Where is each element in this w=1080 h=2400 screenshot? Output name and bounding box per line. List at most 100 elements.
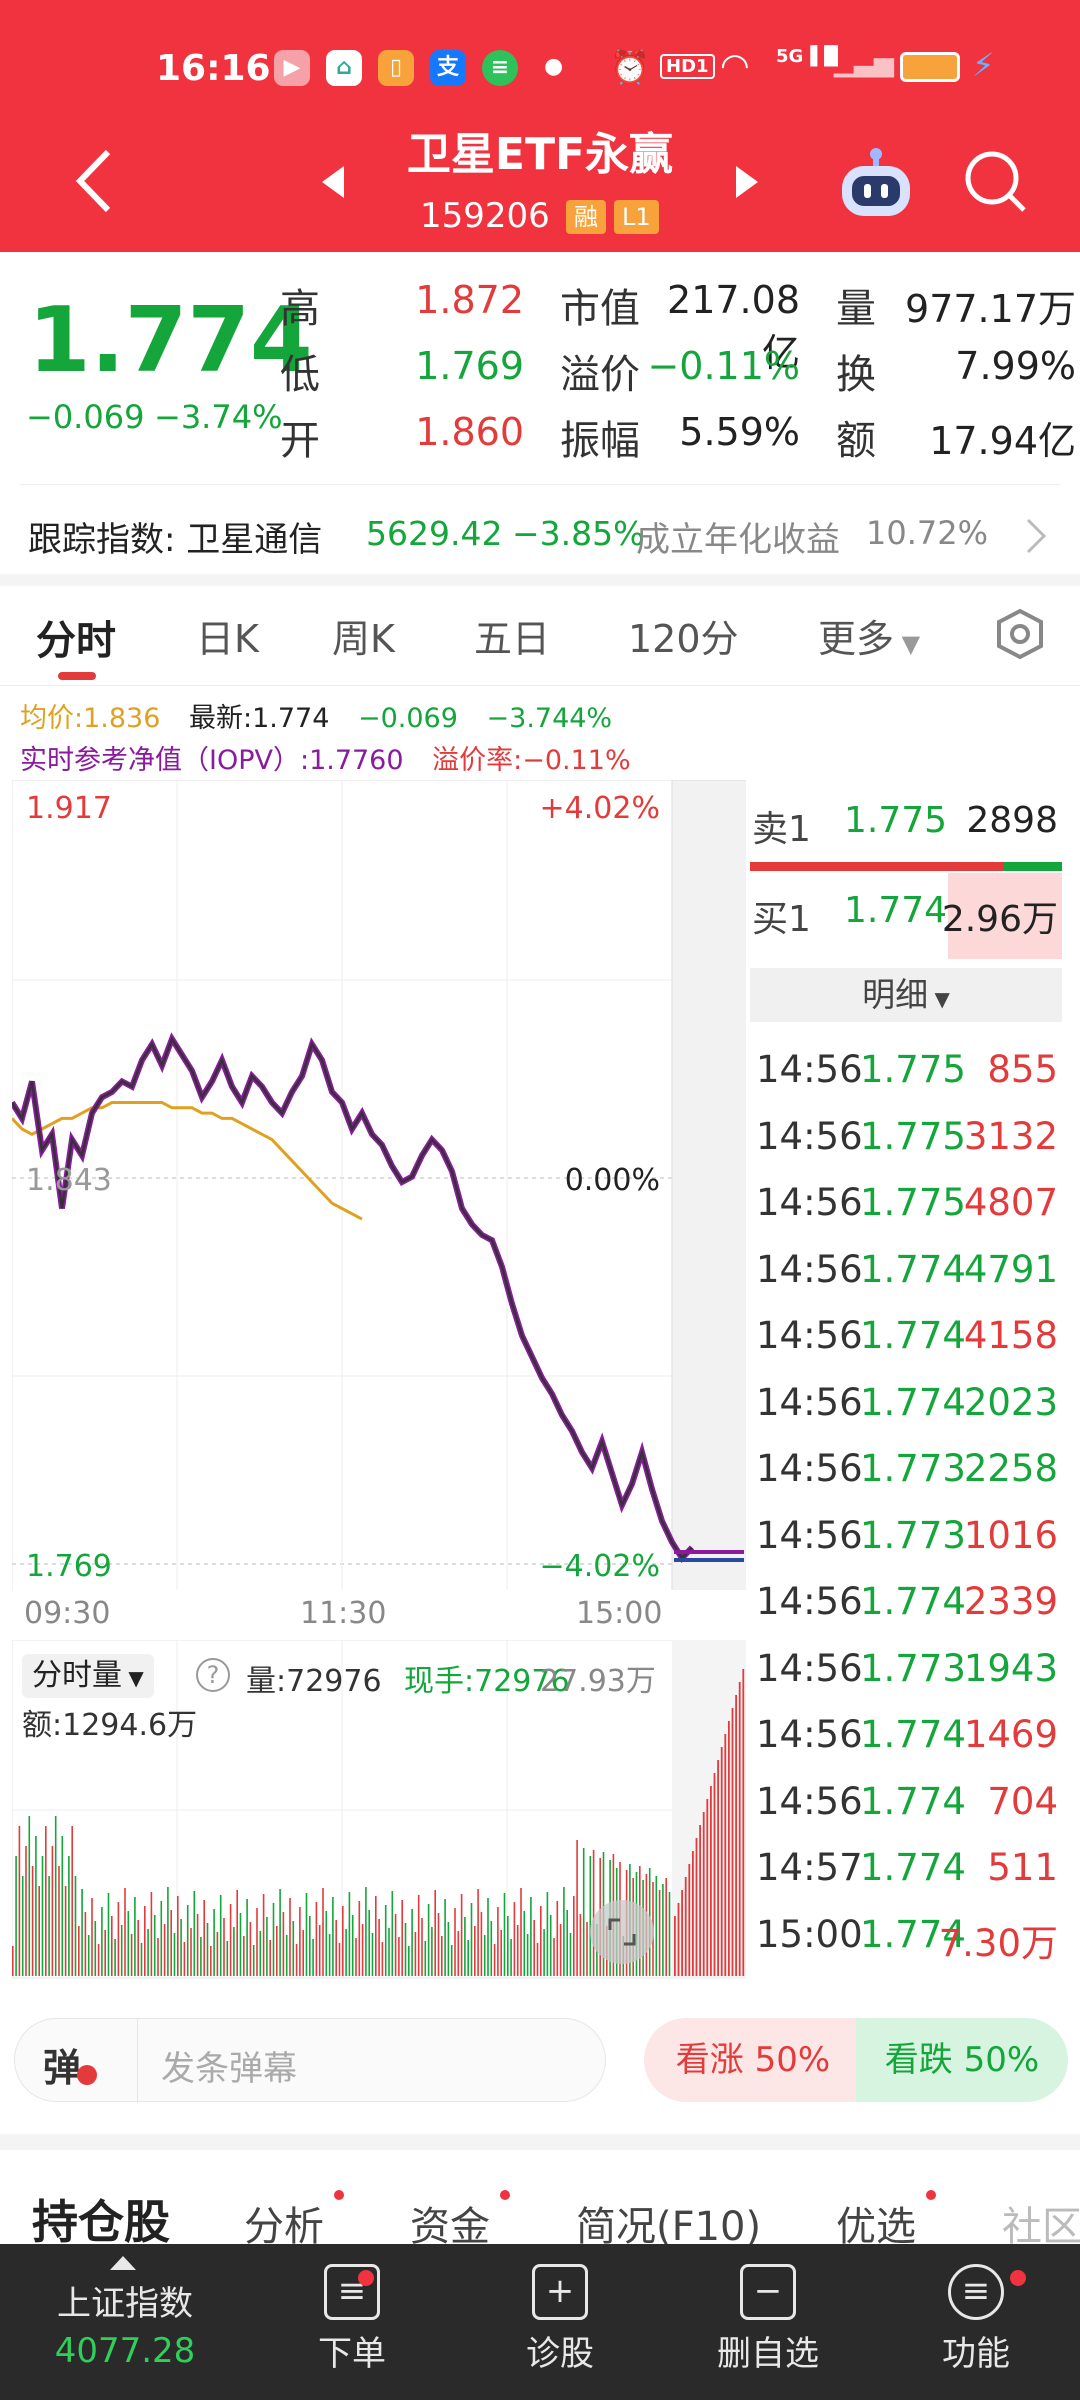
volume-bar <box>434 1890 436 1976</box>
check-badge-icon <box>77 2065 97 2085</box>
search-icon[interactable] <box>960 146 1030 216</box>
tab-holdings[interactable]: 持仓股 <box>32 2186 170 2244</box>
volume-bar <box>262 1894 265 1976</box>
tab-capital[interactable]: 资金 <box>410 2194 490 2244</box>
volume-bar <box>140 1943 143 1976</box>
next-stock-icon[interactable] <box>732 162 762 202</box>
trade-price: 1.774 <box>860 1846 966 1889</box>
volume-bar <box>431 1927 433 1976</box>
trade-qty: 511 <box>987 1846 1058 1889</box>
premium-label: 溢价 <box>560 352 640 398</box>
stock-code: 159206 <box>420 196 550 236</box>
volume-bar <box>266 1917 268 1976</box>
robot-assistant-icon[interactable] <box>836 142 916 222</box>
danmaku-toggle-icon[interactable]: 弹 <box>43 2037 81 2092</box>
volume-bar <box>71 1826 73 1976</box>
volume-bar <box>173 1933 176 1976</box>
intraday-chart[interactable]: 1.917 +4.02% 1.843 0.00% 1.769 −4.02% <box>12 780 746 1590</box>
volume-bar <box>437 1913 440 1976</box>
volume-bar <box>490 1921 493 1976</box>
volume-bar <box>665 1878 667 1976</box>
trade-time: 14:56 <box>756 1247 863 1291</box>
volume-bar <box>127 1911 130 1976</box>
tab-120min[interactable]: 120分 <box>628 608 739 663</box>
fullscreen-button[interactable] <box>590 1900 654 1964</box>
volume-bar <box>177 1896 179 1976</box>
tab-more[interactable]: 更多 ▼ <box>818 608 920 663</box>
auction-volume-bar <box>699 1825 701 1976</box>
volume-bar <box>236 1890 238 1976</box>
tab-intraday[interactable]: 分时 <box>36 608 116 666</box>
volume-bar <box>582 1848 585 1976</box>
auction-volume-bar <box>713 1773 716 1976</box>
tab-profile[interactable]: 简况(F10) <box>576 2194 761 2244</box>
volume-bar <box>94 1921 97 1976</box>
volume-bar <box>388 1928 390 1976</box>
volume-label: 量 <box>836 286 876 332</box>
buy-1-row[interactable]: 买1 1.774 2.96万 <box>748 880 1064 946</box>
amount-value: 17.94亿 <box>929 419 1076 463</box>
top-header-bar: 16:16 ▶ ⌂ ▯ 支 ≡ ● ⏰ HD1 ◠ 5G▐▐▌ ▁▃▅ ⚡ 卫星… <box>0 0 1080 252</box>
volume-bar <box>520 1888 522 1976</box>
volume-bar <box>111 1916 113 1976</box>
trade-price: 1.774 <box>860 1380 966 1424</box>
index-ticker[interactable]: 上证指数 4077.28 <box>30 2276 220 2371</box>
volume-bar <box>101 1907 103 1976</box>
volume-bar <box>309 1916 311 1976</box>
volume-bar <box>219 1895 222 1976</box>
tab-five-day[interactable]: 五日 <box>474 608 550 663</box>
volume-bar <box>51 1846 54 1976</box>
tab-picks[interactable]: 优选 <box>836 2194 916 2244</box>
volume-bar <box>398 1937 400 1976</box>
volume-bar <box>170 1910 172 1976</box>
tab-daily-k[interactable]: 日K <box>196 608 259 663</box>
nav-remove-watch[interactable]: − 删自选 <box>688 2264 848 2375</box>
volume-bar <box>104 1930 106 1976</box>
diagnose-icon: + <box>532 2264 588 2320</box>
tracking-index-row[interactable]: 跟踪指数: 卫星通信 5629.42 −3.85% 成立年化收益 10.72% <box>0 492 1080 572</box>
volume-bar <box>328 1934 331 1976</box>
alarm-icon: ⏰ <box>610 48 650 86</box>
trade-price: 1.773 <box>860 1646 966 1690</box>
nav-order[interactable]: ≡ 下单 <box>272 2264 432 2375</box>
settings-hex-icon[interactable] <box>994 608 1046 660</box>
sell-1-row[interactable]: 卖1 1.775 2898 <box>748 790 1064 856</box>
danmaku-input-wrap[interactable]: 弹 发条弹幕 <box>14 2018 606 2103</box>
iopv-series <box>12 1032 695 1563</box>
sell-1-label: 卖1 <box>752 809 811 850</box>
volume-bar <box>97 1944 100 1976</box>
volume-bar <box>457 1931 460 1976</box>
hd-icon: HD1 <box>660 54 715 79</box>
volume-bar <box>573 1896 575 1976</box>
volume-bar <box>38 1886 40 1976</box>
volume-indicator-select[interactable]: 分时量 ▼ <box>22 1654 154 1698</box>
volume-bar <box>153 1915 156 1976</box>
volume-bar <box>252 1945 255 1976</box>
nav-functions[interactable]: ≡ 功能 <box>896 2264 1056 2375</box>
high-value: 1.872 <box>415 278 524 322</box>
volume-bar <box>391 1891 394 1976</box>
expand-icon <box>608 1918 636 1946</box>
volume-bar <box>229 1904 232 1976</box>
buy-1-price: 1.774 <box>844 890 948 931</box>
tab-analysis[interactable]: 分析 <box>244 2194 324 2244</box>
amount-label: 额 <box>836 418 876 464</box>
volume-bar <box>134 1897 136 1976</box>
volume-bar <box>417 1895 420 1976</box>
tab-weekly-k[interactable]: 周K <box>332 608 395 663</box>
help-icon[interactable]: ? <box>196 1658 230 1692</box>
nav-diagnose[interactable]: + 诊股 <box>480 2264 640 2375</box>
bear-vote-button[interactable]: 看跌 50% <box>856 2018 1068 2102</box>
badge-dot <box>1010 2270 1026 2286</box>
volume-bar <box>556 1901 559 1976</box>
tab-community[interactable]: 社区 <box>1002 2194 1080 2244</box>
volume-bar <box>137 1920 139 1976</box>
bull-vote-button[interactable]: 看涨 50% <box>644 2018 862 2102</box>
volume-bar <box>279 1889 281 1976</box>
x-label-close: 15:00 <box>576 1596 663 1631</box>
volume-bar <box>200 1937 202 1976</box>
volume-bar <box>655 1876 658 1976</box>
volume-bar <box>355 1938 357 1976</box>
detail-toggle[interactable]: 明细 ▼ <box>750 968 1062 1022</box>
danmaku-input[interactable]: 发条弹幕 <box>161 2041 297 2090</box>
